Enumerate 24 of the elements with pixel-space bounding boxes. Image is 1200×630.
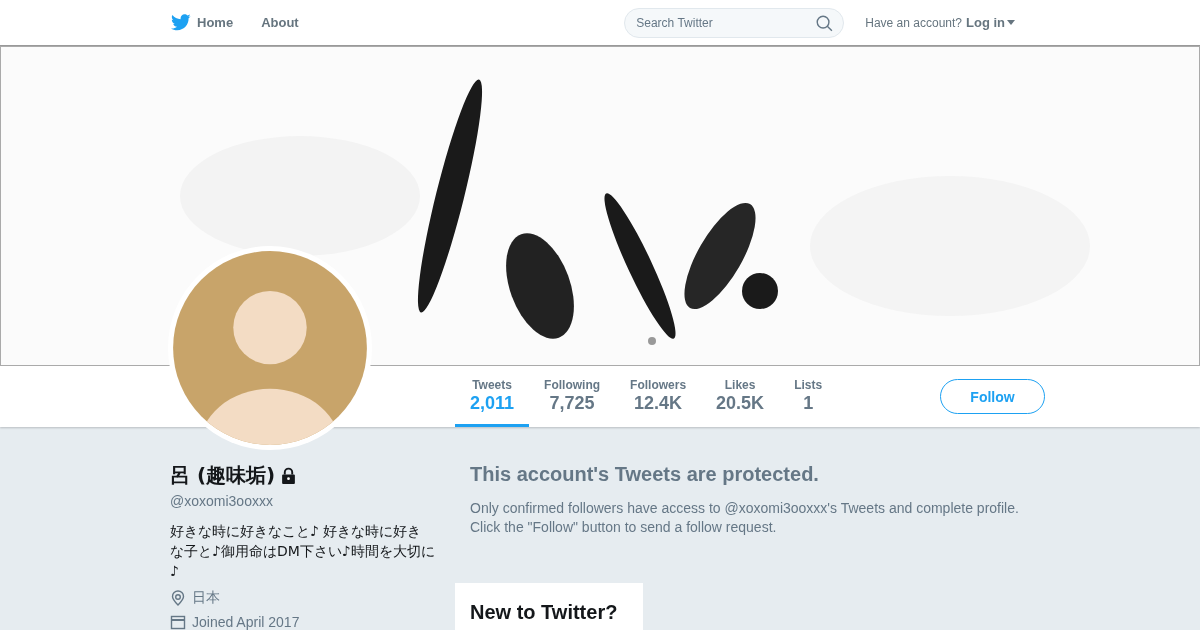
location-text: 日本: [192, 589, 220, 607]
profile-name: 呂 (趣味垢): [170, 462, 276, 489]
search-field[interactable]: Search Twitter: [624, 7, 845, 38]
search-icon[interactable]: [816, 14, 834, 32]
caret-icon: [1007, 20, 1015, 25]
bird-icon[interactable]: [171, 14, 191, 31]
follow-button[interactable]: Follow: [940, 379, 1045, 414]
protected-message: Only confirmed followers have access to @xoxomi3ooxxx's Tweets and complete profile. Click the "Follow" button to send a follow request.: [470, 499, 1020, 537]
stat-tab[interactable]: Following 7,725: [529, 366, 616, 427]
stat-tab[interactable]: Followers 12.4K: [615, 366, 702, 427]
stat-tab[interactable]: Likes 20.5K: [701, 366, 780, 427]
joined-date: Joined April 2017: [192, 614, 300, 630]
nav-link[interactable]: Home: [197, 15, 234, 30]
stat-tab[interactable]: Tweets 2,011: [455, 366, 530, 427]
profile-handle: @xoxomi3ooxxx: [170, 493, 274, 509]
profile-bio: 好きな時に好きなこと♪ 好きな時に好きな子と♪御用命はDM下さい♪時間を大切に♪: [170, 522, 435, 581]
account-prompt: Have an account?: [865, 15, 962, 30]
login-link[interactable]: Log in: [966, 15, 1015, 30]
card-title: New to Twitter?: [470, 601, 618, 623]
nav-link[interactable]: About: [261, 15, 299, 30]
stat-tab[interactable]: Lists 1: [779, 366, 838, 427]
protected-title: This account's Tweets are protected.: [470, 462, 820, 486]
calendar-icon: [170, 614, 186, 630]
location-icon: [170, 590, 186, 606]
